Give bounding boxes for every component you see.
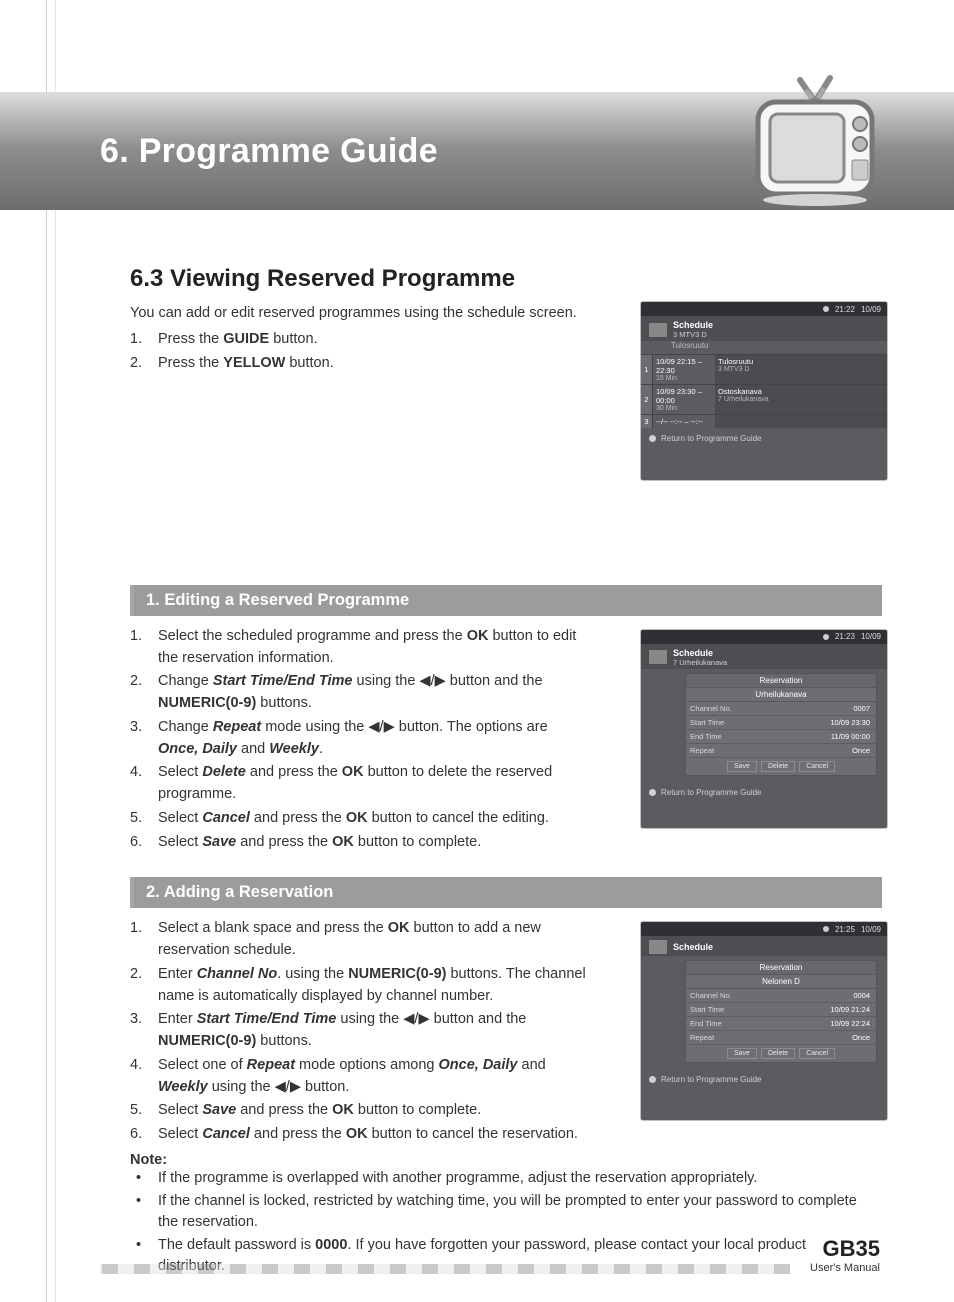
adding-steps: Select a blank space and press the OK bu… <box>130 918 590 1146</box>
note-list: If the programme is overlapped with anot… <box>130 1168 870 1277</box>
step-item: Select the scheduled programme and press… <box>130 626 590 670</box>
page-number: GB35 User's Manual <box>810 1236 880 1274</box>
section-title: 6.3 Viewing Reserved Programme <box>130 265 882 293</box>
step-item: Select Cancel and press the OK button to… <box>130 808 590 830</box>
footer-bar <box>100 1264 790 1274</box>
note-item: If the programme is overlapped with anot… <box>130 1168 870 1189</box>
step-item: Enter Channel No. using the NUMERIC(0-9)… <box>130 964 590 1008</box>
section-intro: You can add or edit reserved programmes … <box>130 303 580 323</box>
step-item: Select a blank space and press the OK bu… <box>130 918 590 962</box>
step-item: Press the GUIDE button. <box>130 329 590 351</box>
step-item: Select Delete and press the OK button to… <box>130 762 590 806</box>
subsection-adding: 2. Adding a Reservation Select a blank s… <box>130 877 882 1277</box>
step-item: Select Save and press the OK button to c… <box>130 1100 590 1122</box>
schedule-screenshot-2: 21:2310/09 Schedule 7 Urheilukanava Rese… <box>640 629 888 829</box>
step-item: Select Cancel and press the OK button to… <box>130 1124 590 1146</box>
sub-heading: 1. Editing a Reserved Programme <box>130 585 882 616</box>
section-6-3: 6.3 Viewing Reserved Programme You can a… <box>130 265 882 375</box>
content-area: 6.3 Viewing Reserved Programme You can a… <box>130 265 882 1279</box>
tv-icon <box>740 60 890 210</box>
sub-heading: 2. Adding a Reservation <box>130 877 882 908</box>
step-item: Change Repeat mode using the ◀/▶ button.… <box>130 717 590 761</box>
step-item: Press the YELLOW button. <box>130 353 590 375</box>
chapter-title: 6. Programme Guide <box>100 132 438 171</box>
step-item: Enter Start Time/End Time using the ◀/▶ … <box>130 1009 590 1053</box>
subsection-editing: 1. Editing a Reserved Programme Select t… <box>130 585 882 854</box>
step-item: Select one of Repeat mode options among … <box>130 1055 590 1099</box>
note-label: Note: <box>130 1152 882 1168</box>
section-steps: Press the GUIDE button. Press the YELLOW… <box>130 329 590 375</box>
step-item: Select Save and press the OK button to c… <box>130 832 590 854</box>
schedule-screenshot-1: 21:2210/09 Schedule 3 MTV3 D Tulosruutu … <box>640 301 888 481</box>
note-item: If the channel is locked, restricted by … <box>130 1191 870 1233</box>
page-footer: GB35 User's Manual <box>0 1264 954 1274</box>
schedule-screenshot-3: 21:2510/09 Schedule Reservation Nelonen … <box>640 921 888 1121</box>
editing-steps: Select the scheduled programme and press… <box>130 626 590 854</box>
step-item: Change Start Time/End Time using the ◀/▶… <box>130 671 590 715</box>
